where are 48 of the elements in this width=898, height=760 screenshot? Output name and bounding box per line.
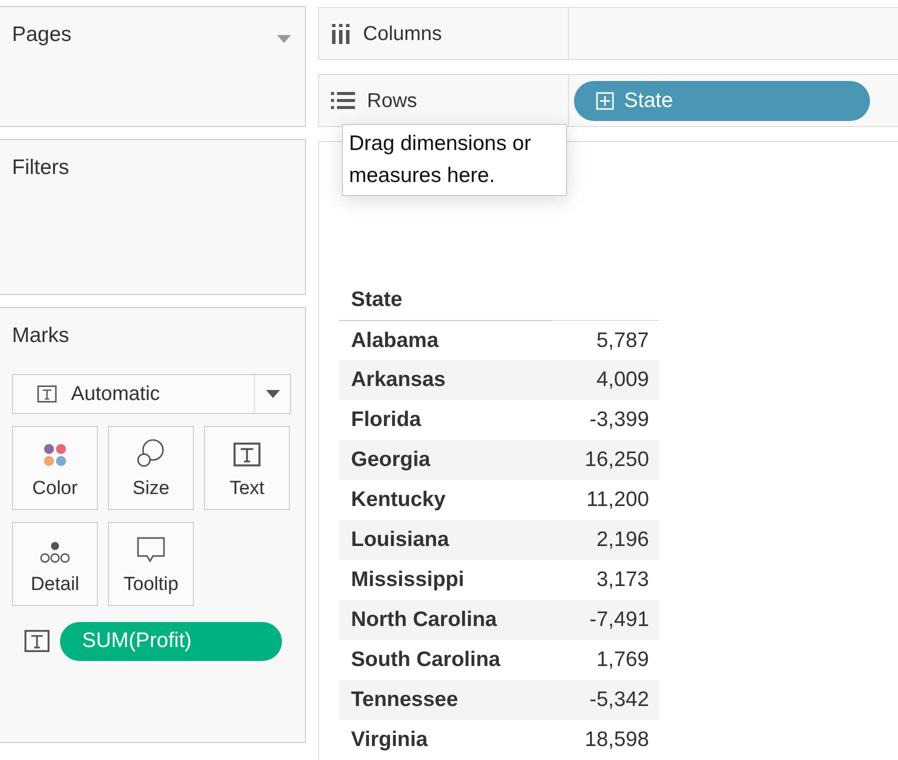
speech-bubble-icon (136, 536, 166, 563)
state-cell: Alabama (339, 320, 552, 360)
state-cell: Mississippi (339, 560, 552, 600)
value-cell: 2,196 (552, 520, 659, 560)
state-cell: North Carolina (339, 600, 552, 640)
mark-detail-button[interactable]: Detail (12, 522, 98, 606)
column-header: State (339, 280, 552, 320)
columns-icon (331, 24, 351, 44)
circles-icon (136, 437, 166, 467)
value-cell: 16,250 (552, 440, 659, 480)
state-cell: Georgia (339, 440, 552, 480)
value-cell: 18,598 (552, 720, 659, 760)
mark-tooltip-button[interactable]: Tooltip (108, 522, 194, 606)
state-cell: Virginia (339, 720, 552, 760)
panel-title: Filters (12, 155, 70, 181)
value-cell: 3,173 (552, 560, 659, 600)
dropdown-caret-icon[interactable] (277, 35, 291, 43)
mark-text-button[interactable]: Text (204, 426, 290, 510)
state-cell: Kentucky (339, 480, 552, 520)
state-cell: Florida (339, 400, 552, 440)
mark-color-button[interactable]: Color (12, 426, 98, 510)
rows-icon (331, 92, 355, 110)
state-cell: Louisiana (339, 520, 552, 560)
panel-title: Pages (12, 22, 72, 48)
state-cell: Arkansas (339, 360, 552, 400)
color-dots-icon (43, 443, 67, 467)
panel-title: Marks (12, 323, 70, 349)
state-cell: Tennessee (339, 680, 552, 720)
shelf-label: Columns (363, 22, 442, 46)
value-cell: 4,009 (552, 360, 659, 400)
text-icon (233, 442, 261, 467)
text-icon (37, 384, 57, 402)
state-cell: South Carolina (339, 640, 552, 680)
shelf-label: Rows (367, 88, 418, 114)
value-cell: 1,769 (552, 640, 659, 680)
dots-icon (40, 541, 70, 563)
value-cell: 5,787 (552, 320, 659, 360)
value-cell: -5,342 (552, 680, 659, 720)
mark-type-label: Automatic (71, 382, 161, 406)
plus-box-icon (596, 92, 614, 110)
text-icon (24, 629, 50, 653)
mark-size-button[interactable]: Size (108, 426, 194, 510)
value-cell: 11,200 (552, 480, 659, 520)
value-cell: -3,399 (552, 400, 659, 440)
tooltip: Drag dimensions or measures here. (342, 124, 567, 196)
mark-type-dropdown[interactable]: Automatic (12, 374, 291, 414)
value-cell: -7,491 (552, 600, 659, 640)
dropdown-caret-icon (266, 390, 280, 398)
